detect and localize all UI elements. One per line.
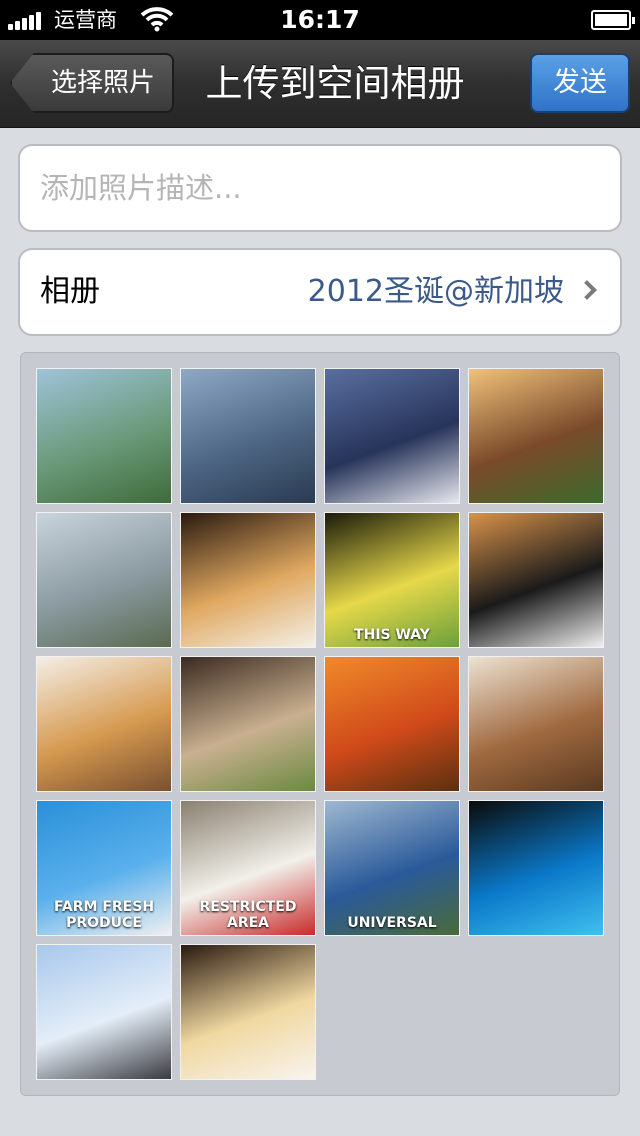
photo-caption-text: UNIVERSAL [347,915,437,931]
status-time: 16:17 [280,5,360,34]
photo-caption-text: FARM FRESH PRODUCE [53,899,155,931]
album-label: 相册 [40,274,100,309]
photo-sentosa-aerial[interactable] [36,512,172,648]
photo-night-pool[interactable] [468,800,604,936]
photo-pool-loungers[interactable] [324,368,460,504]
photo-farm-fresh-produce-wall[interactable]: FARM FRESH PRODUCE [36,800,172,936]
photo-drinks-and-food[interactable] [468,368,604,504]
photo-waffle-ice-cream[interactable] [36,656,172,792]
photo-caption-text: RESTRICTED AREA [199,899,297,931]
status-bar: 运营商 16:17 [0,0,640,40]
photo-kaya-toast-breakfast[interactable] [180,512,316,648]
description-placeholder: 添加照片描述... [40,171,242,205]
chevron-right-icon [577,280,597,300]
photo-this-way-panda-sign[interactable]: THIS WAY [324,512,460,648]
photo-orange-cocktails[interactable] [324,656,460,792]
album-value: 2012圣诞@新加坡 [307,274,564,309]
photo-universal-globe[interactable]: UNIVERSAL [324,800,460,936]
send-button[interactable]: 发送 [530,53,630,113]
photo-bak-kut-teh[interactable] [468,656,604,792]
photo-giraffe-car-zebra[interactable] [468,512,604,648]
photo-caption-text: THIS WAY [354,627,430,643]
page-title: 上传到空间相册 [205,62,465,105]
navigation-bar: 选择照片 上传到空间相册 发送 [0,40,640,128]
back-button[interactable]: 选择照片 [10,53,174,113]
battery-icon [591,10,635,30]
photo-infinity-pool-skyline[interactable] [180,368,316,504]
photo-grid: THIS WAY FARM FRESH PRODUCE RESTRICTED ARE… [20,352,620,1096]
photo-toast-and-coffee[interactable] [180,944,316,1080]
photo-coffee-sandwich[interactable] [180,656,316,792]
description-input[interactable]: 添加照片描述... [18,144,622,232]
photo-restricted-area-sign[interactable]: RESTRICTED AREA [180,800,316,936]
photo-merlion-skyline[interactable] [36,944,172,1080]
album-selector[interactable]: 相册 2012圣诞@新加坡 [18,248,622,336]
photo-gardens-by-the-bay[interactable] [36,368,172,504]
